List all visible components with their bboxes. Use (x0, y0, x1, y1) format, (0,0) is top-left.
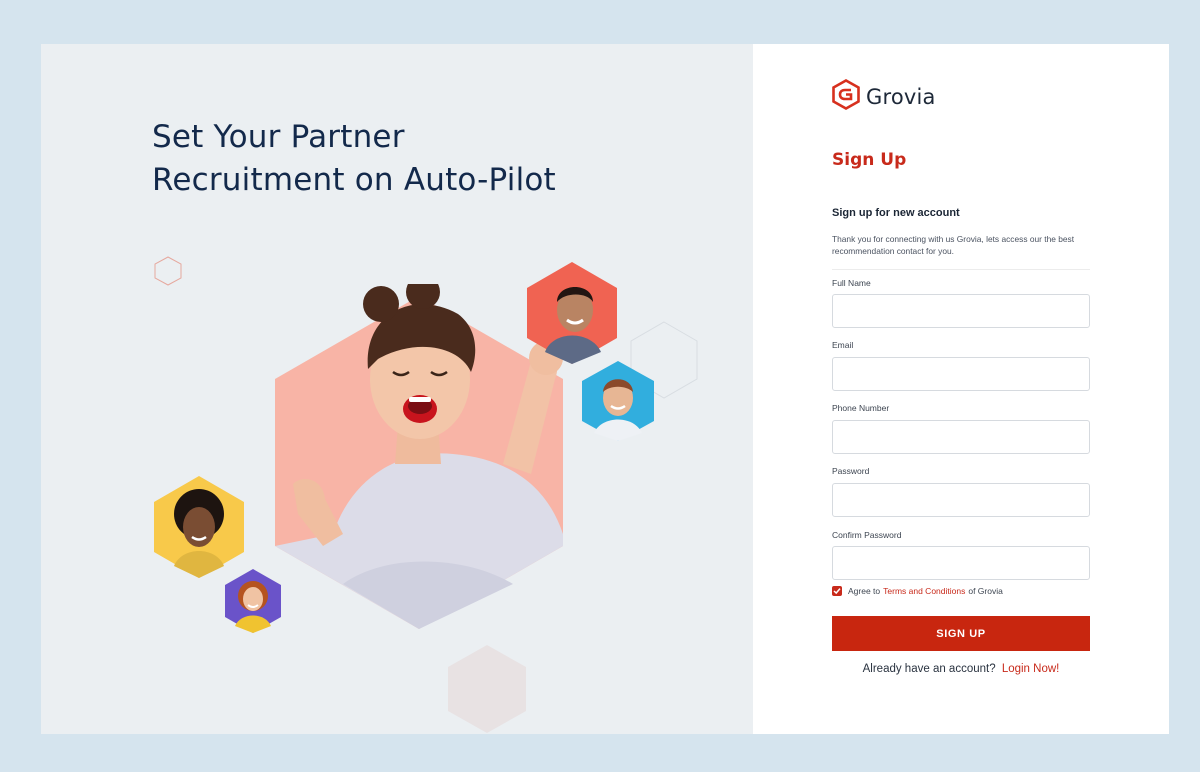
hero-headline-line2: Recruitment on Auto-Pilot (152, 162, 556, 198)
outline-hexagon-small (154, 256, 182, 286)
hero-headline: Set Your Partner Recruitment on Auto-Pil… (152, 116, 556, 202)
divider (832, 269, 1090, 270)
page-title: Sign Up (832, 150, 907, 170)
password-field[interactable] (832, 483, 1090, 517)
password-label: Password (832, 466, 870, 476)
avatar-hexagon-yellow (152, 474, 246, 580)
avatar-hexagon-red (525, 260, 619, 366)
hero-panel: Set Your Partner Recruitment on Auto-Pil… (41, 44, 753, 734)
hexagon-logo-icon (832, 79, 860, 115)
brand-name: Grovia (866, 85, 936, 109)
agree-suffix: of Grovia (968, 586, 1003, 596)
hero-headline-line1: Set Your Partner (152, 119, 405, 155)
checkmark-icon (833, 588, 841, 595)
terms-agreement: Agree to Terms and Conditions of Grovia (832, 586, 1003, 596)
phone-label: Phone Number (832, 403, 890, 413)
login-link[interactable]: Login Now! (1002, 663, 1060, 675)
agree-checkbox[interactable] (832, 586, 842, 596)
agree-prefix: Agree to (848, 586, 881, 596)
confirm-password-field[interactable] (832, 546, 1090, 580)
full-name-field[interactable] (832, 294, 1090, 328)
form-subtitle: Sign up for new account (832, 207, 960, 219)
terms-link[interactable]: Terms and Conditions (883, 586, 965, 596)
faded-hexagon (446, 644, 528, 734)
avatar-hexagon-blue (580, 359, 656, 443)
form-description: Thank you for connecting with us Grovia,… (832, 234, 1075, 256)
email-label: Email (832, 340, 854, 350)
signup-panel: Grovia Sign Up Sign up for new account T… (753, 44, 1169, 734)
brand-logo[interactable]: Grovia (832, 79, 936, 115)
page-frame: Set Your Partner Recruitment on Auto-Pil… (41, 44, 1169, 734)
email-field[interactable] (832, 357, 1090, 391)
avatar-hexagon-purple (223, 568, 283, 634)
signup-button[interactable]: SIGN UP (832, 616, 1090, 651)
login-prompt-text: Already have an account? (862, 663, 996, 675)
phone-field[interactable] (832, 420, 1090, 454)
full-name-label: Full Name (832, 278, 871, 288)
login-prompt: Already have an account? Login Now! (832, 663, 1090, 675)
confirm-password-label: Confirm Password (832, 530, 902, 540)
